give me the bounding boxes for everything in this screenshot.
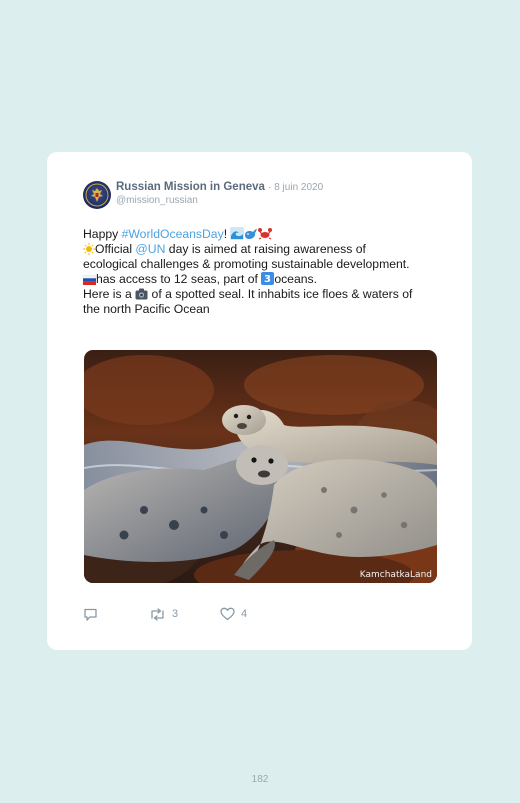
like-count: 4	[241, 608, 248, 620]
tweet-photo[interactable]: KamchatkaLand	[84, 350, 437, 583]
tweet-line-1: Happy #WorldOceansDay!	[83, 227, 413, 242]
wave-icon	[230, 227, 245, 240]
keycap-number: 3	[264, 274, 271, 285]
tweet-line-2: Official @UN day is aimed at raising awa…	[83, 242, 413, 272]
camera-icon	[135, 288, 148, 300]
photo-watermark: KamchatkaLand	[359, 570, 432, 580]
author-handle[interactable]: @mission_russian	[116, 195, 198, 206]
mention-link[interactable]: @UN	[135, 242, 165, 256]
sun-icon	[83, 243, 95, 255]
hashtag-link[interactable]: #WorldOceansDay	[122, 227, 224, 241]
author-name[interactable]: Russian Mission in Geneva	[116, 181, 265, 193]
avatar[interactable]	[83, 181, 111, 209]
tweet-text-segment: !	[223, 227, 228, 241]
retweet-button[interactable]: 3	[149, 605, 178, 623]
tweet-text-segment: Here is a	[83, 287, 136, 301]
coat-of-arms-icon	[85, 183, 109, 207]
retweet-icon	[151, 607, 164, 621]
page-number: 182	[251, 774, 269, 785]
tweet-line-3: has access to 12 seas, part of 3 oceans.	[83, 272, 413, 287]
whale-icon	[245, 229, 258, 239]
author-line: Russian Mission in Geneva · 8 juin 2020	[116, 181, 323, 193]
reply-button[interactable]	[83, 605, 104, 623]
tweet-text-segment: oceans.	[274, 272, 317, 286]
spotted-seal-photo	[84, 350, 437, 583]
tweet-text-segment: Official	[95, 242, 136, 256]
tweet-line-4: Here is a of a spotted seal. It inhabits…	[83, 287, 413, 317]
crab-icon	[258, 228, 273, 240]
russia-flag-icon	[83, 275, 96, 285]
heart-icon	[220, 607, 235, 621]
like-button[interactable]: 4	[220, 605, 247, 623]
tweet-card[interactable]: Russian Mission in Geneva · 8 juin 2020 …	[47, 152, 472, 650]
reply-icon	[84, 608, 97, 621]
retweet-count: 3	[172, 608, 179, 620]
tweet-date[interactable]: · 8 juin 2020	[268, 182, 323, 193]
keycap-3-icon: 3	[261, 272, 275, 285]
tweet-text-segment: has access to 12 seas, part of	[96, 272, 262, 286]
tweet-text: Happy #WorldOceansDay! Official @UN day …	[83, 227, 413, 317]
tweet-text-segment: Happy	[83, 227, 122, 241]
